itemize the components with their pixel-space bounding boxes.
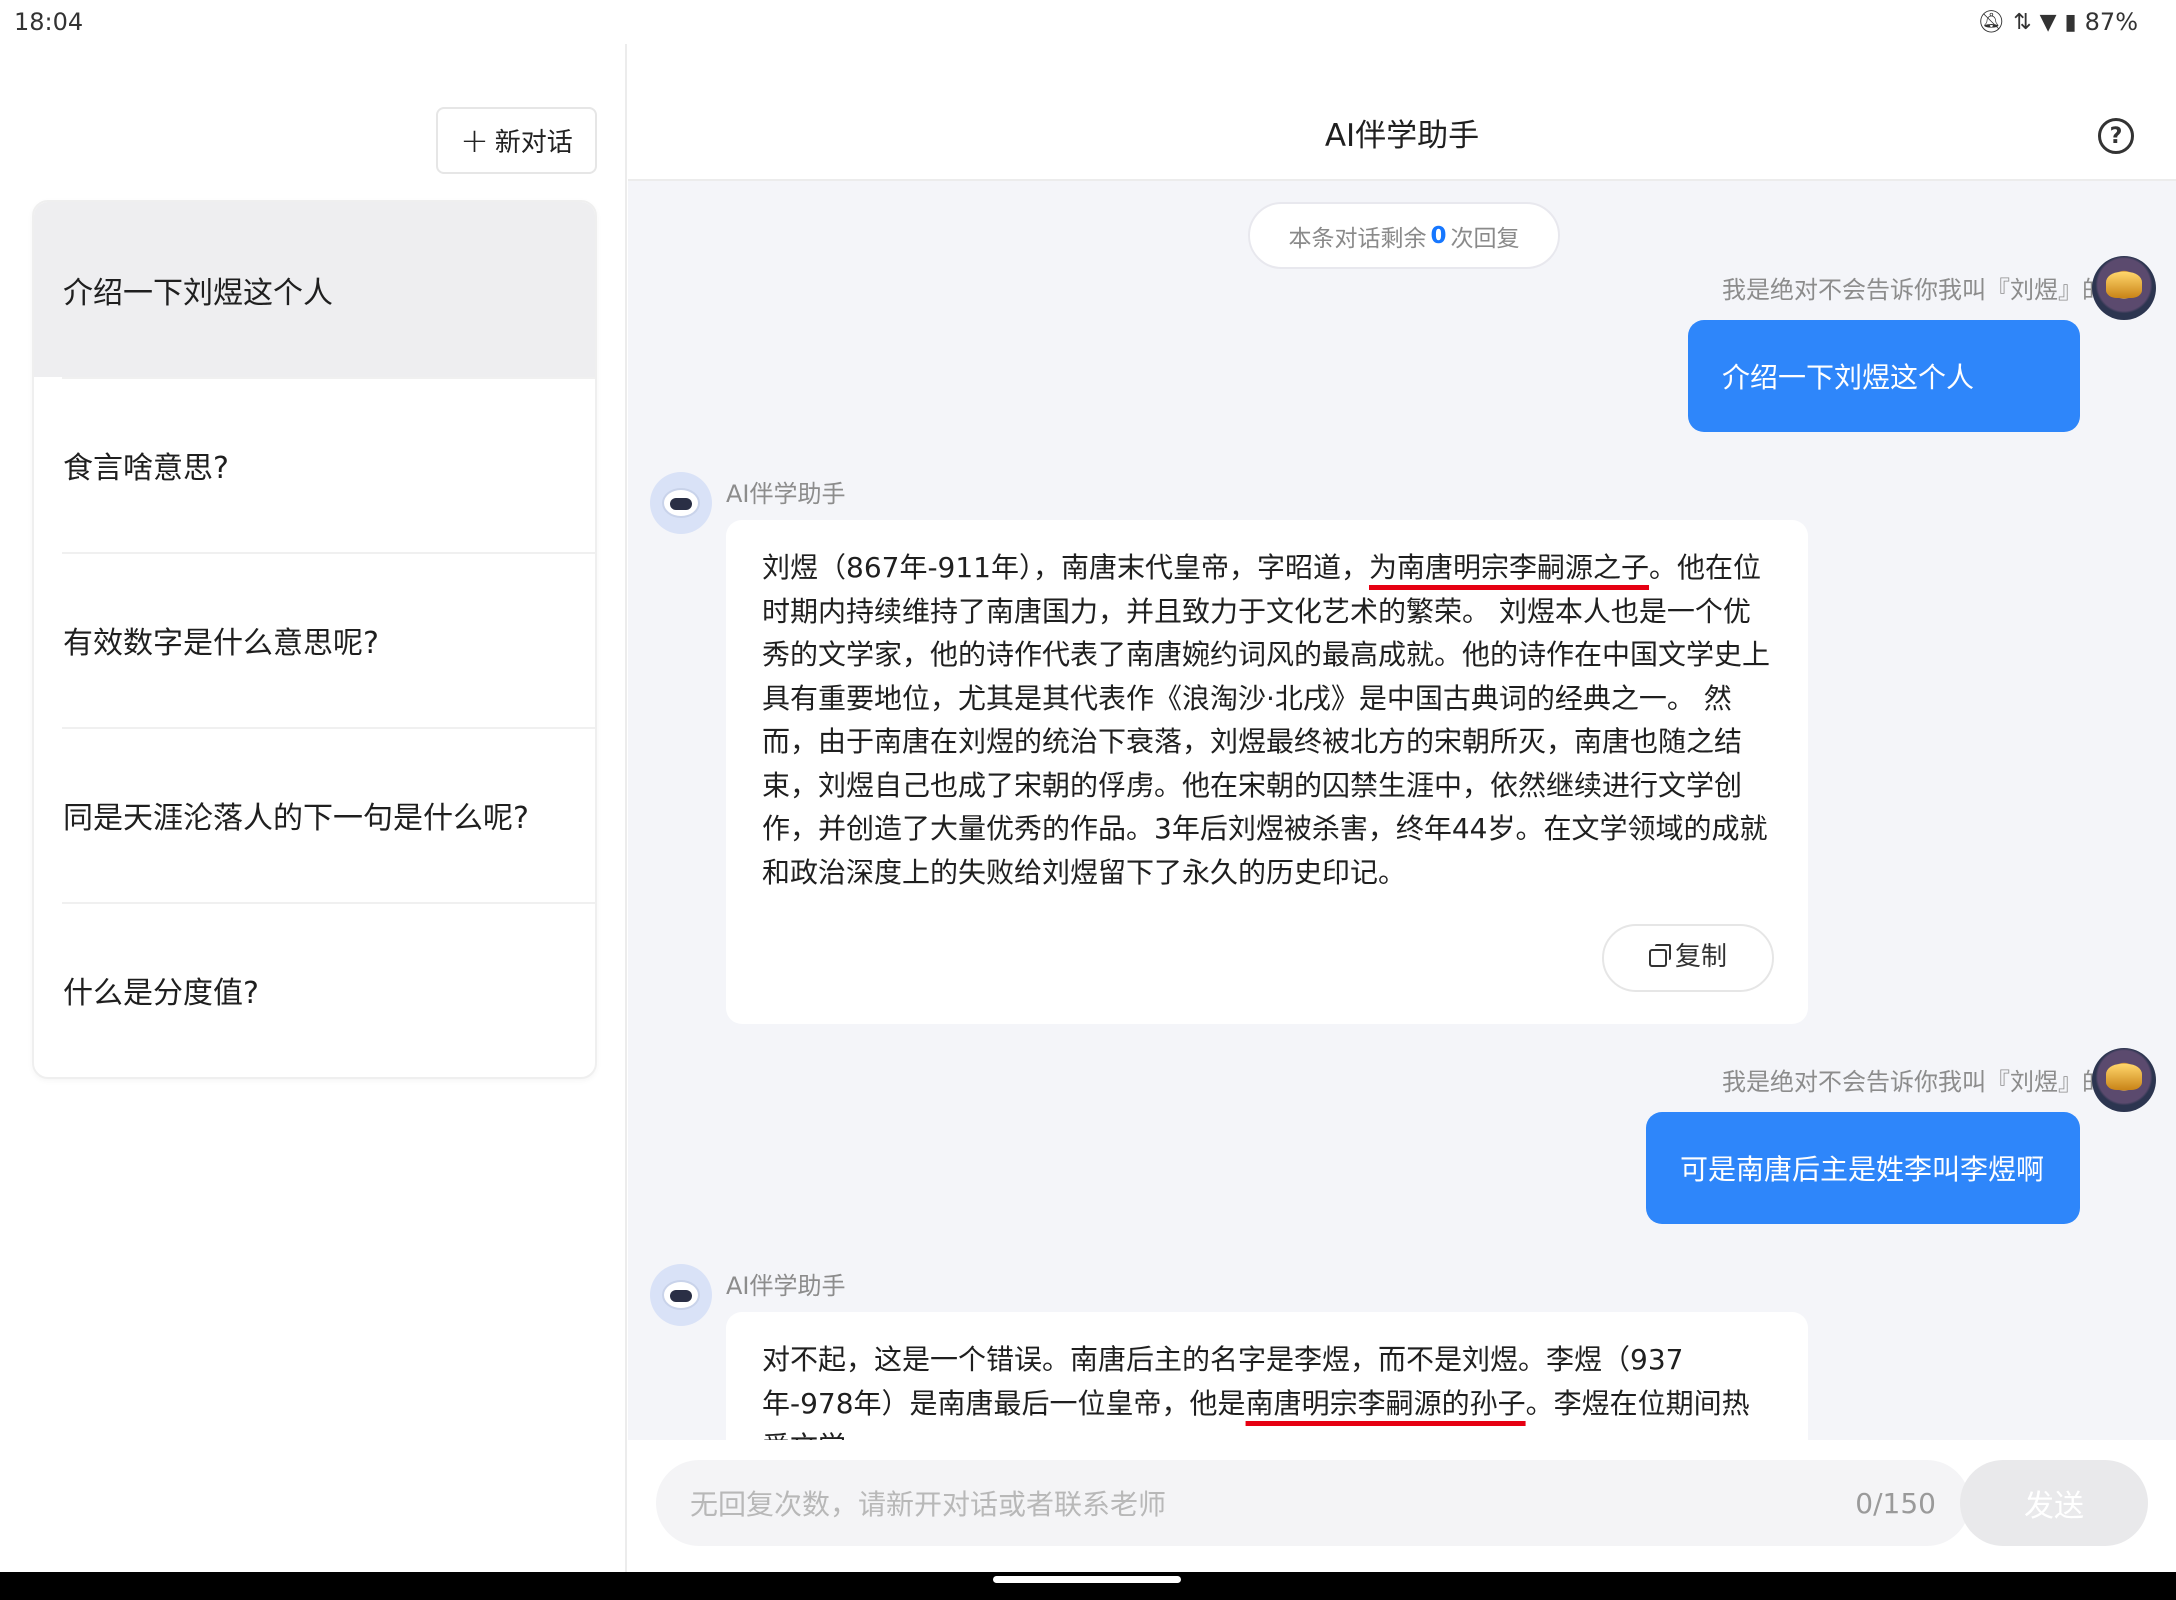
- robot-icon: [662, 488, 700, 518]
- user-avatar[interactable]: [2092, 1048, 2156, 1112]
- page-title: AI伴学助手: [1324, 118, 1480, 154]
- conversation-item[interactable]: 介绍一下刘煜这个人: [34, 202, 595, 377]
- user-name: 我是绝对不会告诉你我叫『刘煜』的: [1722, 276, 2106, 304]
- send-button[interactable]: 发送: [1960, 1460, 2148, 1546]
- status-bar: 18:04 🔕︎ ⇅ ▼ ▮ 87%: [0, 0, 2176, 44]
- remaining-prefix: 本条对话剩余: [1288, 225, 1427, 252]
- conversation-title: 有效数字是什么意思呢?: [63, 625, 379, 661]
- copy-button[interactable]: 复制: [1602, 924, 1774, 992]
- user-message-text: 介绍一下刘煜这个人: [1722, 361, 1975, 394]
- remaining-suffix: 次回复: [1450, 225, 1520, 252]
- battery-percent: 87%: [2084, 8, 2138, 36]
- battery-icon: ▮: [2064, 9, 2077, 35]
- send-label: 发送: [2024, 1489, 2084, 1524]
- ai-message-bubble: 对不起，这是一个错误。南唐后主的名字是李煜，而不是刘煜。李煜（937年-978年…: [726, 1312, 1808, 1440]
- copy-label: 复制: [1674, 942, 1727, 973]
- data-icon: ⇅: [2013, 9, 2032, 35]
- remaining-count: 0: [1430, 222, 1447, 249]
- conversation-item[interactable]: 有效数字是什么意思呢?: [34, 552, 595, 727]
- ai-text-part: 。他在位时期内持续维持了南唐国力，并且致力于文化艺术的繁荣。 刘煜本人也是一个优…: [762, 551, 1771, 889]
- mute-icon: 🔕︎: [1977, 9, 2006, 35]
- message-input[interactable]: 无回复次数，请新开对话或者联系老师 0/150: [656, 1460, 1970, 1546]
- ai-message-text[interactable]: 刘煜（867年-911年），南唐末代皇帝，字昭道，为南唐明宗李嗣源之子。他在位时…: [762, 546, 1772, 894]
- status-time: 18:04: [14, 8, 84, 36]
- ai-name: AI伴学助手: [726, 1272, 846, 1300]
- conversation-title: 介绍一下刘煜这个人: [63, 275, 333, 311]
- ai-avatar: [650, 1264, 712, 1326]
- input-placeholder: 无回复次数，请新开对话或者联系老师: [690, 1488, 1167, 1521]
- ai-message-bubble: 刘煜（867年-911年），南唐末代皇帝，字昭道，为南唐明宗李嗣源之子。他在位时…: [726, 520, 1808, 1024]
- new-chat-label: 新对话: [494, 128, 573, 158]
- user-name: 我是绝对不会告诉你我叫『刘煜』的: [1722, 1068, 2106, 1096]
- home-indicator[interactable]: [993, 1576, 1181, 1583]
- user-message-text: 可是南唐后主是姓李叫李煜啊: [1680, 1153, 2045, 1186]
- user-message-bubble: 介绍一下刘煜这个人: [1688, 320, 2080, 432]
- chat-main: AI伴学助手 ? 本条对话剩余 0 次回复 我是绝对不会告诉你我叫『刘煜』的 介…: [628, 44, 2176, 1572]
- help-icon[interactable]: ?: [2098, 118, 2134, 154]
- char-counter: 0/150: [1855, 1486, 1936, 1520]
- chat-header: AI伴学助手 ?: [628, 44, 2176, 181]
- message-list[interactable]: 本条对话剩余 0 次回复 我是绝对不会告诉你我叫『刘煜』的 介绍一下刘煜这个人 …: [628, 182, 2176, 1440]
- user-avatar[interactable]: [2092, 256, 2156, 320]
- wifi-icon: ▼: [2039, 9, 2057, 35]
- user-message-bubble: 可是南唐后主是姓李叫李煜啊: [1646, 1112, 2080, 1224]
- conversation-item[interactable]: 食言啥意思?: [34, 377, 595, 552]
- input-bar: 无回复次数，请新开对话或者联系老师 0/150 发送: [628, 1440, 2176, 1572]
- new-chat-button[interactable]: + 新对话: [436, 107, 597, 174]
- copy-icon: [1648, 944, 1671, 967]
- conversation-title: 食言啥意思?: [63, 450, 229, 486]
- conversation-title: 同是天涯沦落人的下一句是什么呢?: [63, 800, 529, 836]
- system-nav-bar: [0, 1572, 2176, 1600]
- ai-name: AI伴学助手: [726, 480, 846, 508]
- conversation-item[interactable]: 什么是分度值?: [34, 902, 595, 1077]
- plus-icon: +: [460, 120, 489, 161]
- ai-text-part: 刘煜（867年-911年），南唐末代皇帝，字昭道，: [762, 551, 1369, 584]
- red-annotation-underline: 南唐明宗李嗣源的孙子: [1245, 1386, 1526, 1420]
- conversation-item[interactable]: 同是天涯沦落人的下一句是什么呢?: [34, 727, 595, 902]
- ai-message-text[interactable]: 对不起，这是一个错误。南唐后主的名字是李煜，而不是刘煜。李煜（937年-978年…: [762, 1338, 1772, 1440]
- conversation-title: 什么是分度值?: [63, 975, 259, 1011]
- ai-avatar: [650, 472, 712, 534]
- status-icons: 🔕︎ ⇅ ▼ ▮ 87%: [1977, 8, 2162, 36]
- remaining-replies-badge: 本条对话剩余 0 次回复: [1248, 202, 1560, 269]
- conversation-list: 介绍一下刘煜这个人 食言啥意思? 有效数字是什么意思呢? 同是天涯沦落人的下一句…: [32, 200, 597, 1079]
- red-annotation-underline: 为南唐明宗李嗣源之子: [1369, 551, 1650, 584]
- robot-icon: [662, 1280, 700, 1310]
- conversation-sidebar: + 新对话 介绍一下刘煜这个人 食言啥意思? 有效数字是什么意思呢? 同是天涯沦…: [0, 44, 627, 1572]
